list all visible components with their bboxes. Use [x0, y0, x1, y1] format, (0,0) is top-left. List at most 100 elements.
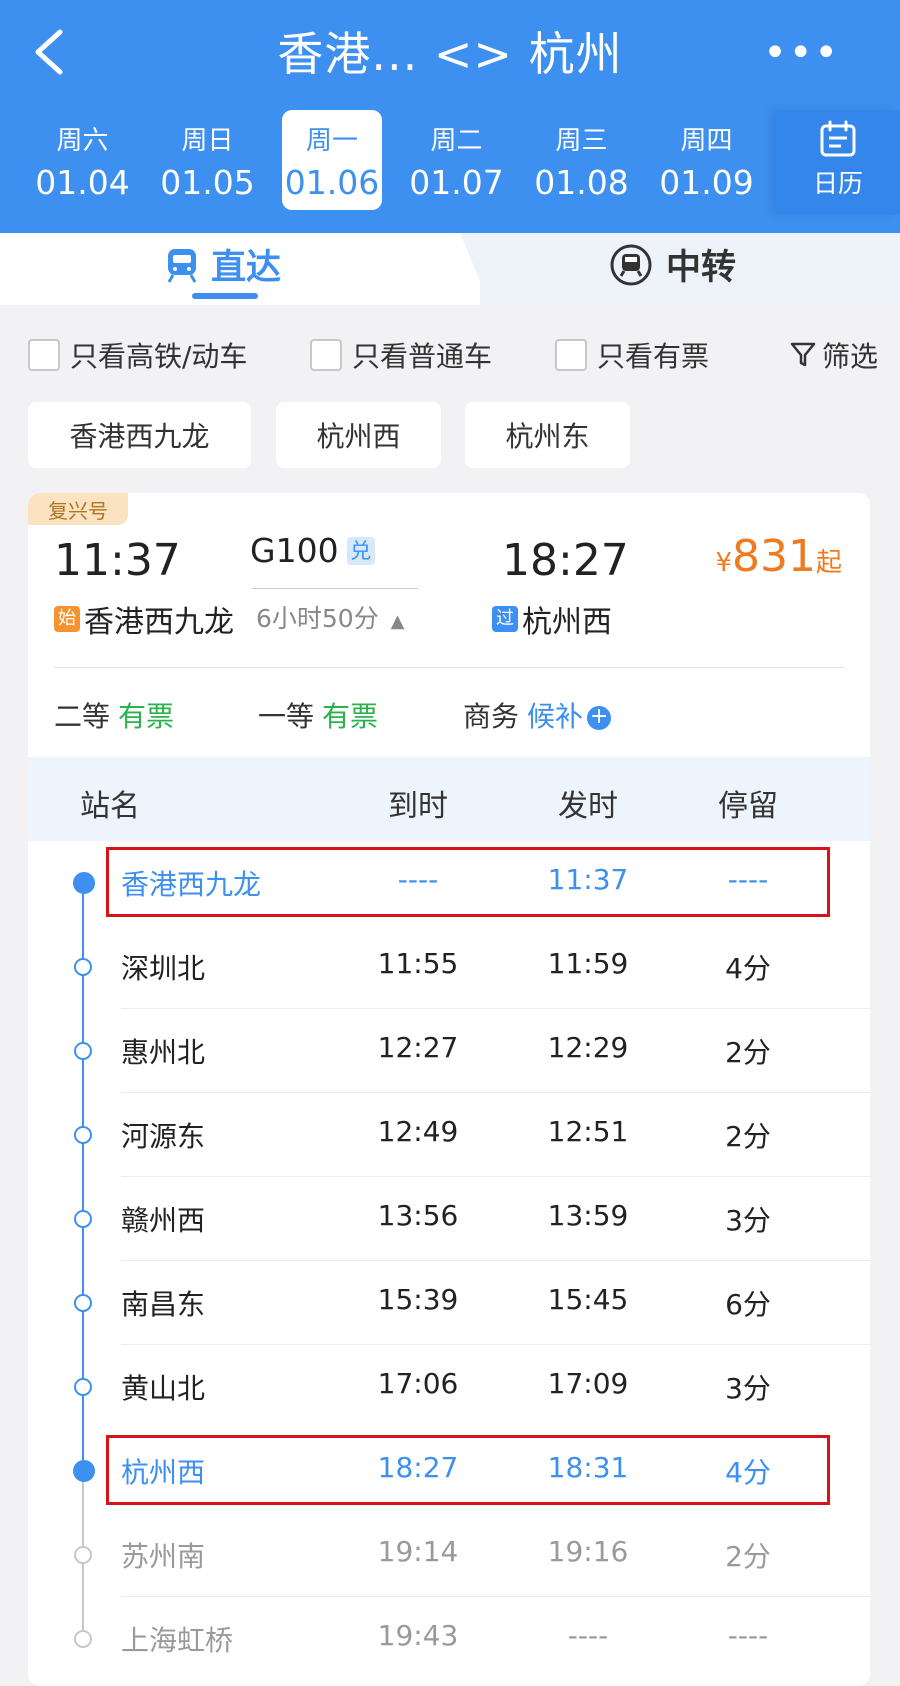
- date-item-selected[interactable]: 周一 01.06: [282, 110, 382, 210]
- highlight-box: [106, 847, 830, 917]
- price: ¥831起: [715, 531, 842, 582]
- exchange-tag: 兑: [346, 536, 375, 565]
- table-row[interactable]: 上海虹桥 19:43 ---- ----: [28, 1597, 870, 1681]
- stop-dot-icon: [73, 1460, 95, 1482]
- train-type-badge: 复兴号: [28, 493, 128, 525]
- date-weekday: 周二: [430, 126, 483, 156]
- date-weekday: 周四: [680, 126, 733, 156]
- stop-dot-icon: [74, 1546, 92, 1564]
- date-value: 01.08: [534, 163, 629, 202]
- more-icon[interactable]: •••: [763, 30, 840, 76]
- filter-normal[interactable]: 只看普通车: [310, 335, 492, 375]
- stop-dot-icon: [74, 958, 92, 976]
- stay-duration: 2分: [725, 1036, 771, 1069]
- caret-up-icon: ▲: [390, 611, 405, 632]
- date-item[interactable]: 周二 01.07: [394, 110, 519, 210]
- stop-name: 惠州北: [121, 1036, 206, 1069]
- pass-tag: 过: [492, 606, 518, 632]
- table-row[interactable]: 赣州西 13:56 13:59 3分: [28, 1177, 870, 1261]
- arrive-time: 18:27: [502, 535, 629, 586]
- table-row[interactable]: 香港西九龙 ---- 11:37 ----: [28, 841, 870, 925]
- filter-available[interactable]: 只看有票: [555, 335, 709, 375]
- depart-time: 11:37: [54, 535, 181, 586]
- depart-time: 13:59: [547, 1199, 629, 1232]
- arrive-station-name: 杭州西: [522, 605, 612, 640]
- arrive-time: 12:27: [377, 1031, 459, 1064]
- plus-icon[interactable]: +: [587, 706, 612, 730]
- date-value: 01.07: [409, 163, 504, 202]
- station-chip[interactable]: 香港西九龙: [28, 402, 251, 468]
- date-item[interactable]: 周日 01.05: [145, 110, 270, 210]
- date-item[interactable]: 周六 01.04: [20, 110, 145, 210]
- filter-high-speed[interactable]: 只看高铁/动车: [28, 335, 247, 375]
- calendar-button[interactable]: 日历: [776, 110, 900, 215]
- checkbox[interactable]: [555, 339, 587, 371]
- arrive-time: 19:43: [377, 1619, 459, 1652]
- stop-dot-icon: [74, 1126, 92, 1144]
- filter-label: 只看普通车: [352, 340, 493, 373]
- duration[interactable]: 6小时50分 ▲: [256, 599, 405, 635]
- stop-dot-icon: [74, 1210, 92, 1228]
- depart-station-name: 香港西九龙: [84, 605, 234, 640]
- stay-duration: 2分: [725, 1120, 771, 1153]
- seat-status: 候补: [527, 700, 584, 733]
- price-suffix: 起: [815, 548, 842, 578]
- table-row[interactable]: 深圳北 11:55 11:59 4分: [28, 925, 870, 1009]
- filter-bar: 只看高铁/动车 只看普通车 只看有票 筛选: [28, 335, 878, 375]
- table-row[interactable]: 黄山北 17:06 17:09 3分: [28, 1345, 870, 1429]
- table-row[interactable]: 杭州西 18:27 18:31 4分: [28, 1429, 870, 1513]
- stay-duration: 4分: [725, 952, 771, 985]
- stop-dot-icon: [74, 1294, 92, 1312]
- stay-duration: 2分: [725, 1540, 771, 1573]
- mode-tabs: 直达 中转: [0, 233, 900, 305]
- arrive-time: 15:39: [377, 1283, 459, 1316]
- table-row[interactable]: 惠州北 12:27 12:29 2分: [28, 1009, 870, 1093]
- depart-time: 17:09: [547, 1367, 629, 1400]
- stop-name: 黄山北: [121, 1372, 206, 1405]
- seat-class: 二等: [54, 700, 111, 733]
- arrive-station: 过 杭州西: [492, 597, 612, 641]
- stay-duration: 6分: [725, 1288, 771, 1321]
- station-chip[interactable]: 杭州西: [276, 402, 441, 468]
- header-depart: 发时: [558, 789, 618, 824]
- train-number: G100 兑: [250, 531, 375, 570]
- filter-button[interactable]: 筛选: [790, 335, 878, 375]
- calendar-icon: [820, 120, 856, 157]
- filter-button-label: 筛选: [821, 340, 878, 373]
- tab-transfer[interactable]: 中转: [608, 239, 736, 290]
- date-item[interactable]: 周四 01.09: [644, 110, 769, 210]
- date-weekday: 周三: [555, 126, 608, 156]
- table-row[interactable]: 南昌东 15:39 15:45 6分: [28, 1261, 870, 1345]
- table-row[interactable]: 苏州南 19:14 19:16 2分: [28, 1513, 870, 1597]
- seat-second-class[interactable]: 二等 有票: [54, 695, 174, 735]
- train-icon: [167, 248, 197, 283]
- stop-name: 苏州南: [121, 1540, 206, 1573]
- top-bar: 香港... <> 杭州 ••• 周六 01.04 周日 01.05 周一 01.…: [0, 0, 900, 233]
- stop-dot-icon: [74, 1378, 92, 1396]
- checkbox[interactable]: [310, 339, 342, 371]
- divider: [54, 667, 844, 668]
- tab-direct-label[interactable]: 直达: [165, 239, 281, 290]
- stop-name: 上海虹桥: [121, 1624, 234, 1657]
- date-value: 01.09: [659, 163, 754, 202]
- depart-time: 12:29: [547, 1031, 629, 1064]
- table-row[interactable]: 河源东 12:49 12:51 2分: [28, 1093, 870, 1177]
- date-value: 01.04: [35, 163, 130, 202]
- filter-label: 只看高铁/动车: [70, 340, 248, 373]
- calendar-label: 日历: [812, 169, 863, 198]
- arrive-time: 12:49: [377, 1115, 459, 1148]
- price-value: 831: [732, 531, 816, 582]
- funnel-icon: [790, 342, 816, 367]
- seat-first-class[interactable]: 一等 有票: [258, 695, 378, 735]
- arrive-time: 19:14: [377, 1535, 459, 1568]
- header-stay: 停留: [718, 789, 778, 824]
- seat-business-class[interactable]: 商务 候补 +: [463, 695, 612, 735]
- train-card[interactable]: 复兴号 11:37 始 香港西九龙 G100 兑 6小时50分 ▲ 18:27 …: [28, 493, 870, 1686]
- filter-label: 只看有票: [597, 340, 710, 373]
- date-item[interactable]: 周三 01.08: [519, 110, 644, 210]
- station-chip[interactable]: 杭州东: [465, 402, 630, 468]
- arrive-time: 17:06: [377, 1367, 459, 1400]
- checkbox[interactable]: [28, 339, 60, 371]
- stop-dot-icon: [74, 1042, 92, 1060]
- stop-name: 赣州西: [121, 1204, 206, 1237]
